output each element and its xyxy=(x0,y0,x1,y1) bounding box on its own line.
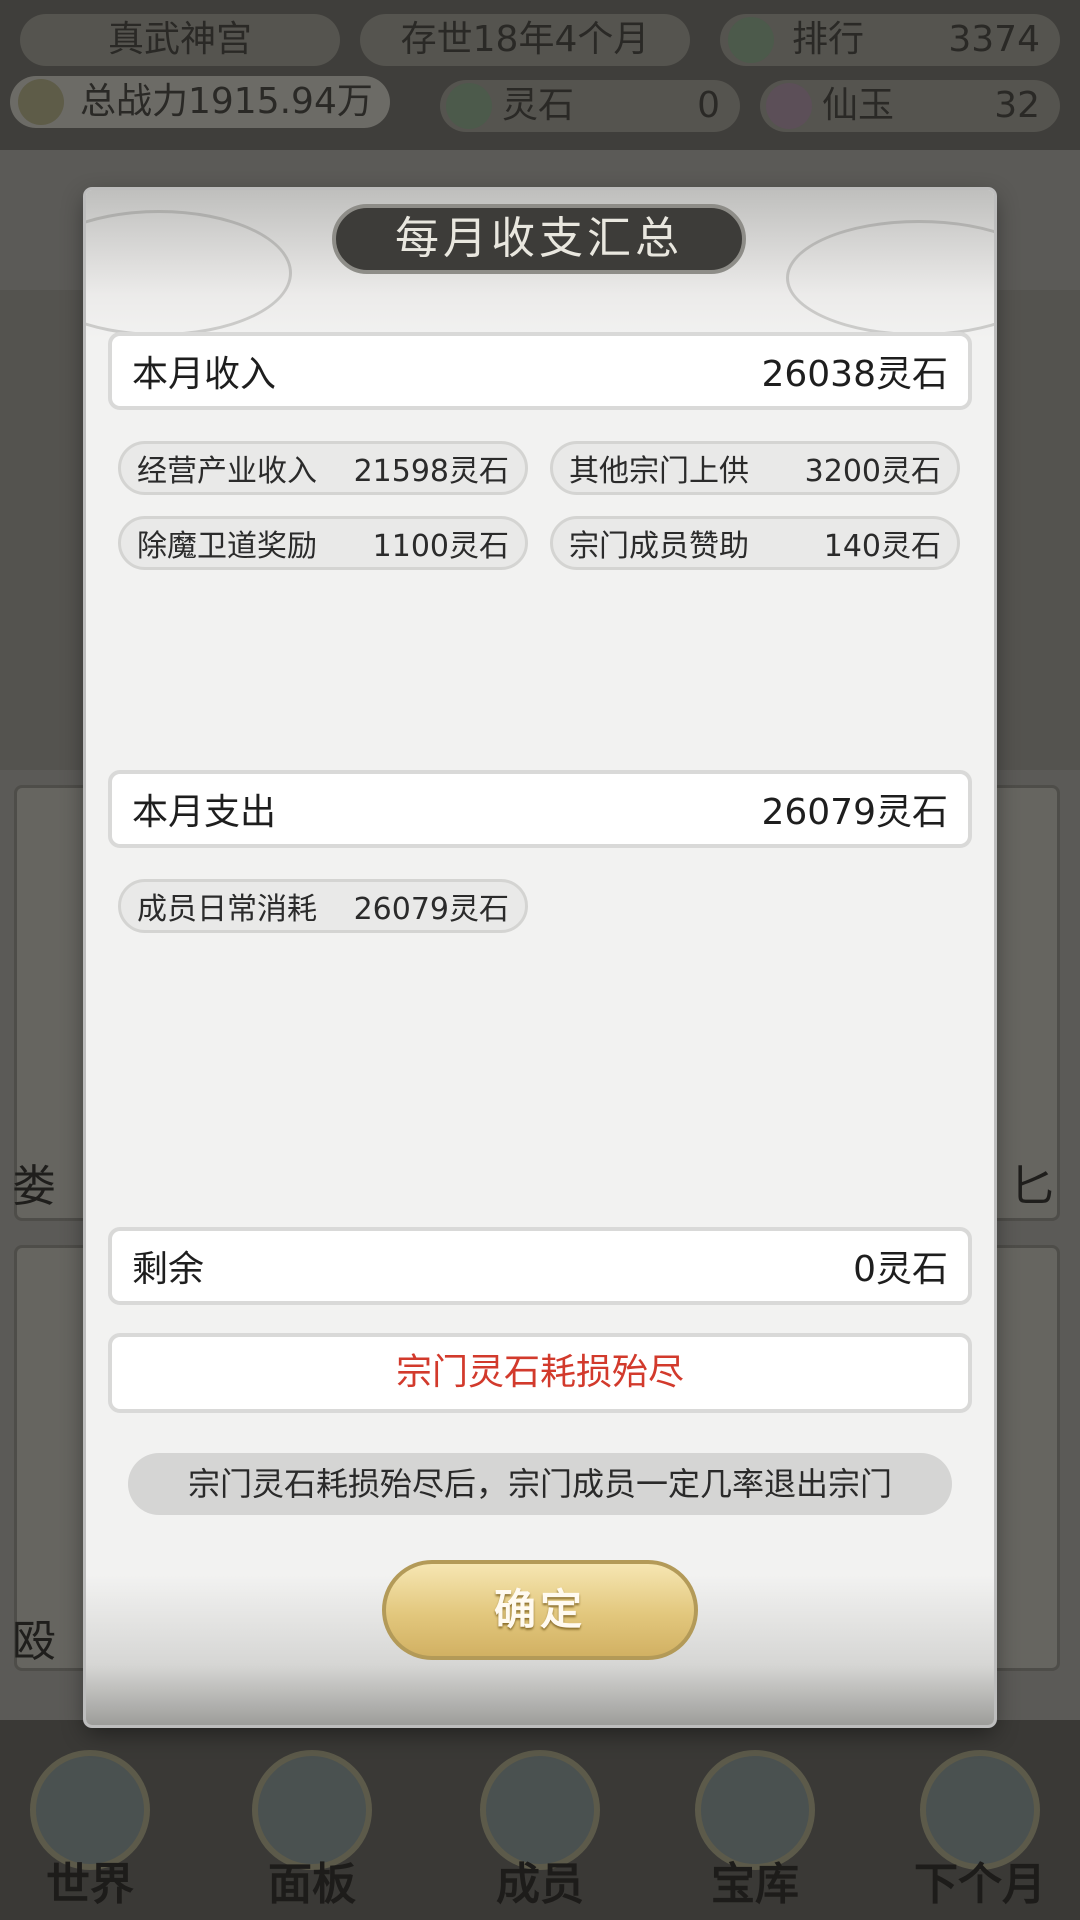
income-item-name: 宗门成员赞助 xyxy=(569,529,749,564)
income-item-name: 经营产业收入 xyxy=(137,454,317,489)
spirit-stone-icon xyxy=(446,83,492,129)
expense-label: 本月支出 xyxy=(132,792,277,833)
nav-world-label: 世界 xyxy=(46,1859,134,1910)
nav-members-label: 成员 xyxy=(496,1859,584,1910)
rank-value: 3374 xyxy=(948,19,1040,60)
rank-label: 排行 xyxy=(792,19,865,60)
sect-name: 真武神宫 xyxy=(107,19,252,60)
top-hud: 真武神宫 存世18年4个月 排行 3374 总战力1915.94万 灵石 0 仙… xyxy=(0,0,1080,150)
income-item-value: 21598灵石 xyxy=(353,454,509,489)
income-total-row: 本月收入 26038灵石 xyxy=(108,332,972,410)
income-item: 经营产业收入 21598灵石 xyxy=(118,441,528,495)
jade-label: 仙玉 xyxy=(822,85,895,126)
income-item: 除魔卫道奖励 1100灵石 xyxy=(118,516,528,570)
sect-age-pill: 存世18年4个月 xyxy=(360,14,690,66)
income-item: 其他宗门上供 3200灵石 xyxy=(550,441,960,495)
confirm-button[interactable]: 确定 xyxy=(382,1560,698,1660)
remaining-label: 剩余 xyxy=(132,1249,205,1290)
expense-item-value: 26079灵石 xyxy=(353,892,509,927)
income-total: 26038灵石 xyxy=(761,354,948,395)
nav-next-month[interactable]: 下个月 xyxy=(880,1740,1080,1920)
expense-item-name: 成员日常消耗 xyxy=(137,892,317,927)
nav-treasury[interactable]: 宝库 xyxy=(665,1740,845,1920)
income-item-name: 其他宗门上供 xyxy=(569,454,749,489)
rank-pill[interactable]: 排行 3374 xyxy=(720,14,1060,66)
total-power: 总战力1915.94万 xyxy=(80,81,373,122)
income-item-value: 140灵石 xyxy=(823,529,941,564)
spirit-stone-pill: 灵石 0 xyxy=(440,80,740,132)
income-item: 宗门成员赞助 140灵石 xyxy=(550,516,960,570)
jade-value: 32 xyxy=(994,85,1040,126)
nav-treasury-label: 宝库 xyxy=(711,1859,799,1910)
nav-world[interactable]: 世界 xyxy=(0,1740,180,1920)
nav-members[interactable]: 成员 xyxy=(450,1740,630,1920)
power-icon xyxy=(18,79,64,125)
spirit-stone-value: 0 xyxy=(697,85,720,126)
sect-name-pill: 真武神宫 xyxy=(20,14,340,66)
expense-total: 26079灵石 xyxy=(761,792,948,833)
income-item-value: 3200灵石 xyxy=(804,454,941,489)
jade-icon xyxy=(766,83,812,129)
depletion-warning: 宗门灵石耗损殆尽 xyxy=(108,1333,972,1413)
income-item-value: 1100灵石 xyxy=(372,529,509,564)
expense-total-row: 本月支出 26079灵石 xyxy=(108,770,972,848)
income-label: 本月收入 xyxy=(132,354,277,395)
nav-next-month-label: 下个月 xyxy=(914,1859,1046,1910)
expense-item: 成员日常消耗 26079灵石 xyxy=(118,879,528,933)
spirit-stone-label: 灵石 xyxy=(502,85,575,126)
power-pill: 总战力1915.94万 xyxy=(10,76,390,128)
income-item-name: 除魔卫道奖励 xyxy=(137,529,317,564)
background-label-fragment-1: 娄 xyxy=(12,1161,56,1212)
nav-panel-label: 面板 xyxy=(268,1859,356,1910)
remaining-value: 0灵石 xyxy=(853,1249,948,1290)
rank-icon xyxy=(728,17,774,63)
remaining-row: 剩余 0灵石 xyxy=(108,1227,972,1305)
sect-age: 存世18年4个月 xyxy=(400,19,650,60)
background-label-fragment-2: 殴 xyxy=(12,1616,56,1667)
dialog-title: 每月收支汇总 xyxy=(332,204,746,274)
depletion-note: 宗门灵石耗损殆尽后，宗门成员一定几率退出宗门 xyxy=(128,1453,952,1515)
monthly-summary-dialog: 每月收支汇总 本月收入 26038灵石 经营产业收入 21598灵石 其他宗门上… xyxy=(86,190,994,1725)
jade-pill: 仙玉 32 xyxy=(760,80,1060,132)
background-label-fragment-3: 匕 xyxy=(1010,1161,1054,1212)
nav-panel[interactable]: 面板 xyxy=(222,1740,402,1920)
